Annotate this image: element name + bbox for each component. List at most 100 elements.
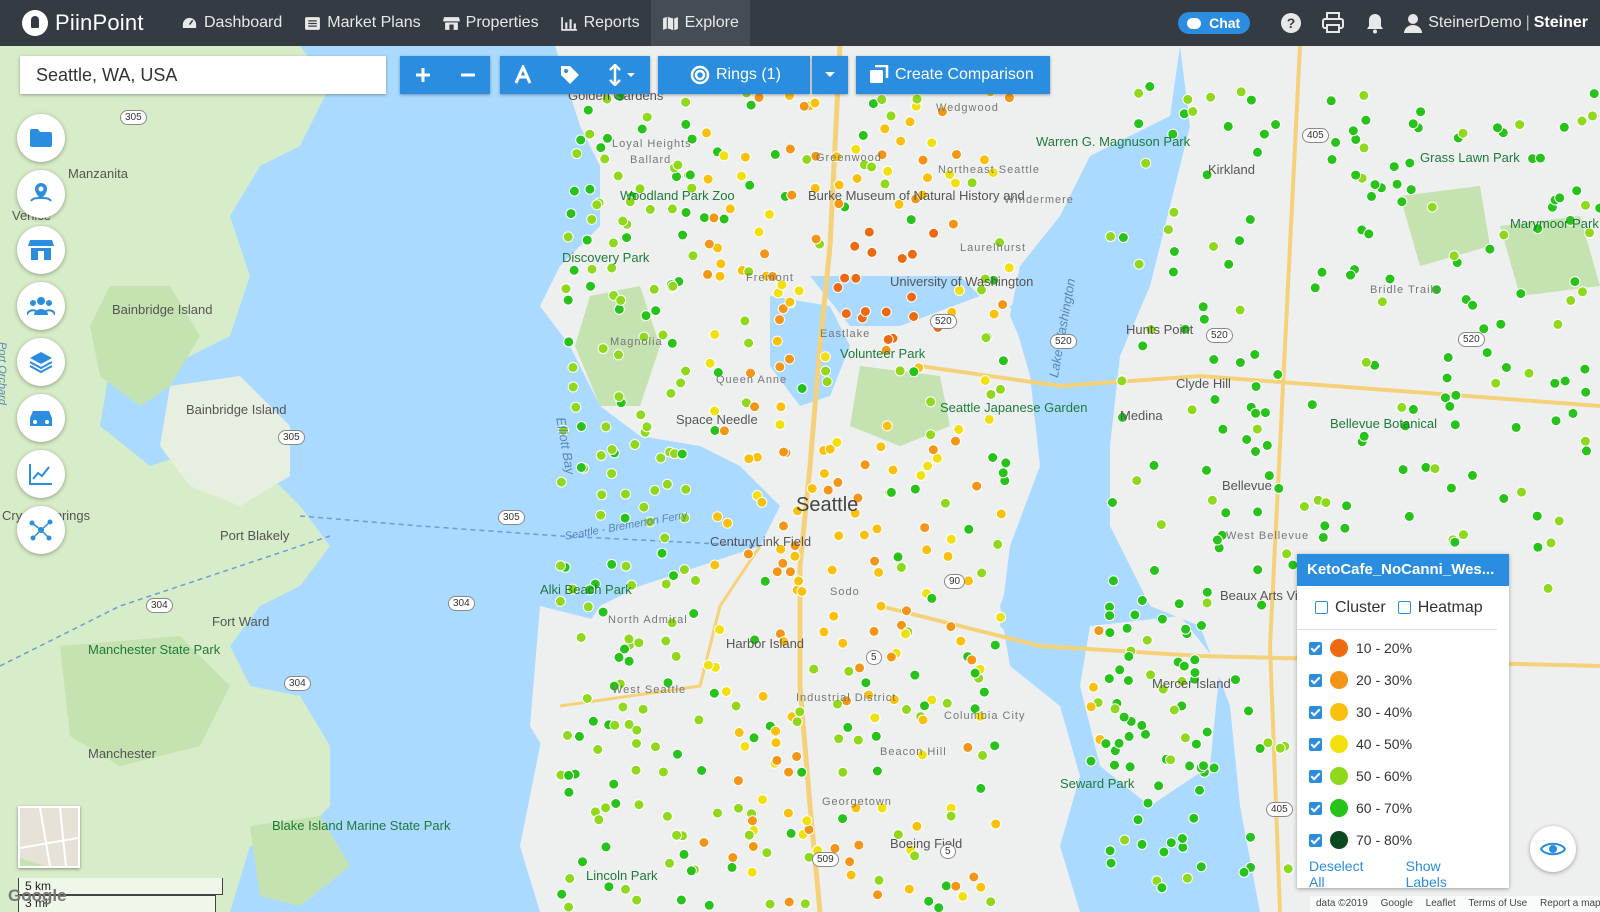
data-point[interactable] bbox=[1148, 459, 1160, 471]
data-point[interactable] bbox=[1448, 250, 1460, 262]
data-point[interactable] bbox=[629, 439, 641, 450]
data-point[interactable] bbox=[753, 226, 765, 238]
data-point[interactable] bbox=[976, 567, 988, 579]
data-point[interactable] bbox=[747, 815, 758, 827]
nav-explore[interactable]: Explore bbox=[650, 0, 750, 46]
data-point[interactable] bbox=[1106, 497, 1118, 508]
data-point[interactable] bbox=[905, 214, 917, 226]
data-point[interactable] bbox=[1234, 304, 1246, 316]
data-point[interactable] bbox=[840, 308, 852, 320]
data-point[interactable] bbox=[1162, 224, 1174, 236]
data-point[interactable] bbox=[908, 311, 920, 322]
data-point[interactable] bbox=[831, 436, 843, 448]
data-point[interactable] bbox=[917, 714, 929, 726]
data-point[interactable] bbox=[1407, 118, 1419, 130]
data-point[interactable] bbox=[1085, 701, 1097, 713]
data-point[interactable] bbox=[1131, 475, 1143, 487]
data-point[interactable] bbox=[770, 737, 782, 749]
data-point[interactable] bbox=[1258, 128, 1270, 140]
data-point[interactable] bbox=[810, 233, 822, 245]
data-point[interactable] bbox=[724, 203, 736, 215]
data-point[interactable] bbox=[555, 560, 566, 572]
data-point[interactable] bbox=[1325, 95, 1337, 107]
data-point[interactable] bbox=[778, 520, 789, 532]
data-point[interactable] bbox=[567, 361, 579, 373]
data-point[interactable] bbox=[575, 421, 587, 432]
data-point[interactable] bbox=[586, 263, 598, 275]
terms-link[interactable]: Terms of Use bbox=[1468, 898, 1527, 909]
data-point[interactable] bbox=[921, 544, 933, 556]
data-point[interactable] bbox=[709, 328, 721, 340]
data-point[interactable] bbox=[1093, 625, 1105, 637]
data-point[interactable] bbox=[562, 231, 574, 243]
data-point[interactable] bbox=[820, 365, 832, 377]
data-point[interactable] bbox=[736, 170, 747, 182]
data-point[interactable] bbox=[761, 847, 773, 859]
data-point[interactable] bbox=[672, 159, 684, 171]
data-point[interactable] bbox=[882, 334, 894, 345]
data-point[interactable] bbox=[666, 203, 678, 215]
data-point[interactable] bbox=[885, 651, 897, 663]
data-point[interactable] bbox=[1208, 241, 1219, 252]
data-point[interactable] bbox=[753, 92, 765, 103]
data-point[interactable] bbox=[633, 637, 645, 649]
data-point[interactable] bbox=[826, 564, 838, 576]
data-point[interactable] bbox=[1281, 548, 1293, 560]
data-point[interactable] bbox=[606, 444, 618, 455]
data-point[interactable] bbox=[1426, 201, 1438, 213]
data-point[interactable] bbox=[582, 104, 594, 116]
data-point[interactable] bbox=[720, 686, 732, 697]
user-menu[interactable]: SteinerDemo | Steiner bbox=[1404, 13, 1588, 33]
data-point[interactable] bbox=[563, 901, 575, 912]
data-point[interactable] bbox=[1105, 231, 1116, 242]
data-point[interactable] bbox=[1429, 463, 1441, 475]
data-point[interactable] bbox=[739, 151, 751, 163]
nav-dashboard[interactable]: Dashboard bbox=[170, 0, 293, 46]
data-point[interactable] bbox=[1510, 421, 1522, 433]
data-point[interactable] bbox=[1320, 497, 1332, 509]
cluster-checkbox[interactable]: Cluster bbox=[1315, 599, 1386, 617]
data-point[interactable] bbox=[997, 467, 1009, 479]
data-point[interactable] bbox=[1405, 184, 1417, 196]
data-point[interactable] bbox=[703, 238, 715, 250]
data-point[interactable] bbox=[1109, 703, 1121, 715]
data-point[interactable] bbox=[1085, 755, 1097, 767]
data-point[interactable] bbox=[693, 714, 705, 726]
data-point[interactable] bbox=[617, 701, 629, 713]
data-point[interactable] bbox=[821, 376, 833, 388]
data-point[interactable] bbox=[784, 143, 796, 155]
data-point[interactable] bbox=[942, 550, 954, 562]
data-point[interactable] bbox=[1133, 118, 1145, 130]
data-point[interactable] bbox=[1569, 276, 1581, 288]
data-point[interactable] bbox=[701, 127, 712, 139]
data-point[interactable] bbox=[1404, 157, 1416, 169]
data-point[interactable] bbox=[759, 575, 771, 587]
data-point[interactable] bbox=[1000, 457, 1012, 469]
data-point[interactable] bbox=[1534, 152, 1546, 164]
data-point[interactable] bbox=[1249, 349, 1261, 360]
data-point[interactable] bbox=[592, 744, 604, 755]
data-point[interactable] bbox=[775, 401, 787, 413]
data-point[interactable] bbox=[670, 650, 682, 662]
data-point[interactable] bbox=[1208, 354, 1220, 365]
data-point[interactable] bbox=[783, 766, 795, 778]
data-point[interactable] bbox=[842, 721, 854, 733]
data-point[interactable] bbox=[799, 898, 811, 910]
data-point[interactable] bbox=[612, 170, 624, 182]
data-point[interactable] bbox=[1388, 161, 1400, 173]
data-point[interactable] bbox=[623, 655, 635, 667]
data-point[interactable] bbox=[727, 852, 739, 863]
data-point[interactable] bbox=[744, 179, 756, 191]
data-point[interactable] bbox=[746, 866, 758, 878]
data-point[interactable] bbox=[660, 635, 672, 647]
data-point[interactable] bbox=[1558, 121, 1570, 133]
data-point[interactable] bbox=[801, 815, 813, 827]
data-point[interactable] bbox=[733, 727, 745, 738]
data-point[interactable] bbox=[1272, 369, 1284, 380]
legend-range-row[interactable]: 50 - 60% bbox=[1309, 760, 1509, 792]
checkbox-checked-icon[interactable] bbox=[1309, 673, 1322, 687]
data-point[interactable] bbox=[1457, 127, 1469, 139]
data-point[interactable] bbox=[900, 628, 911, 640]
data-point[interactable] bbox=[1345, 269, 1356, 281]
data-point[interactable] bbox=[641, 111, 653, 123]
